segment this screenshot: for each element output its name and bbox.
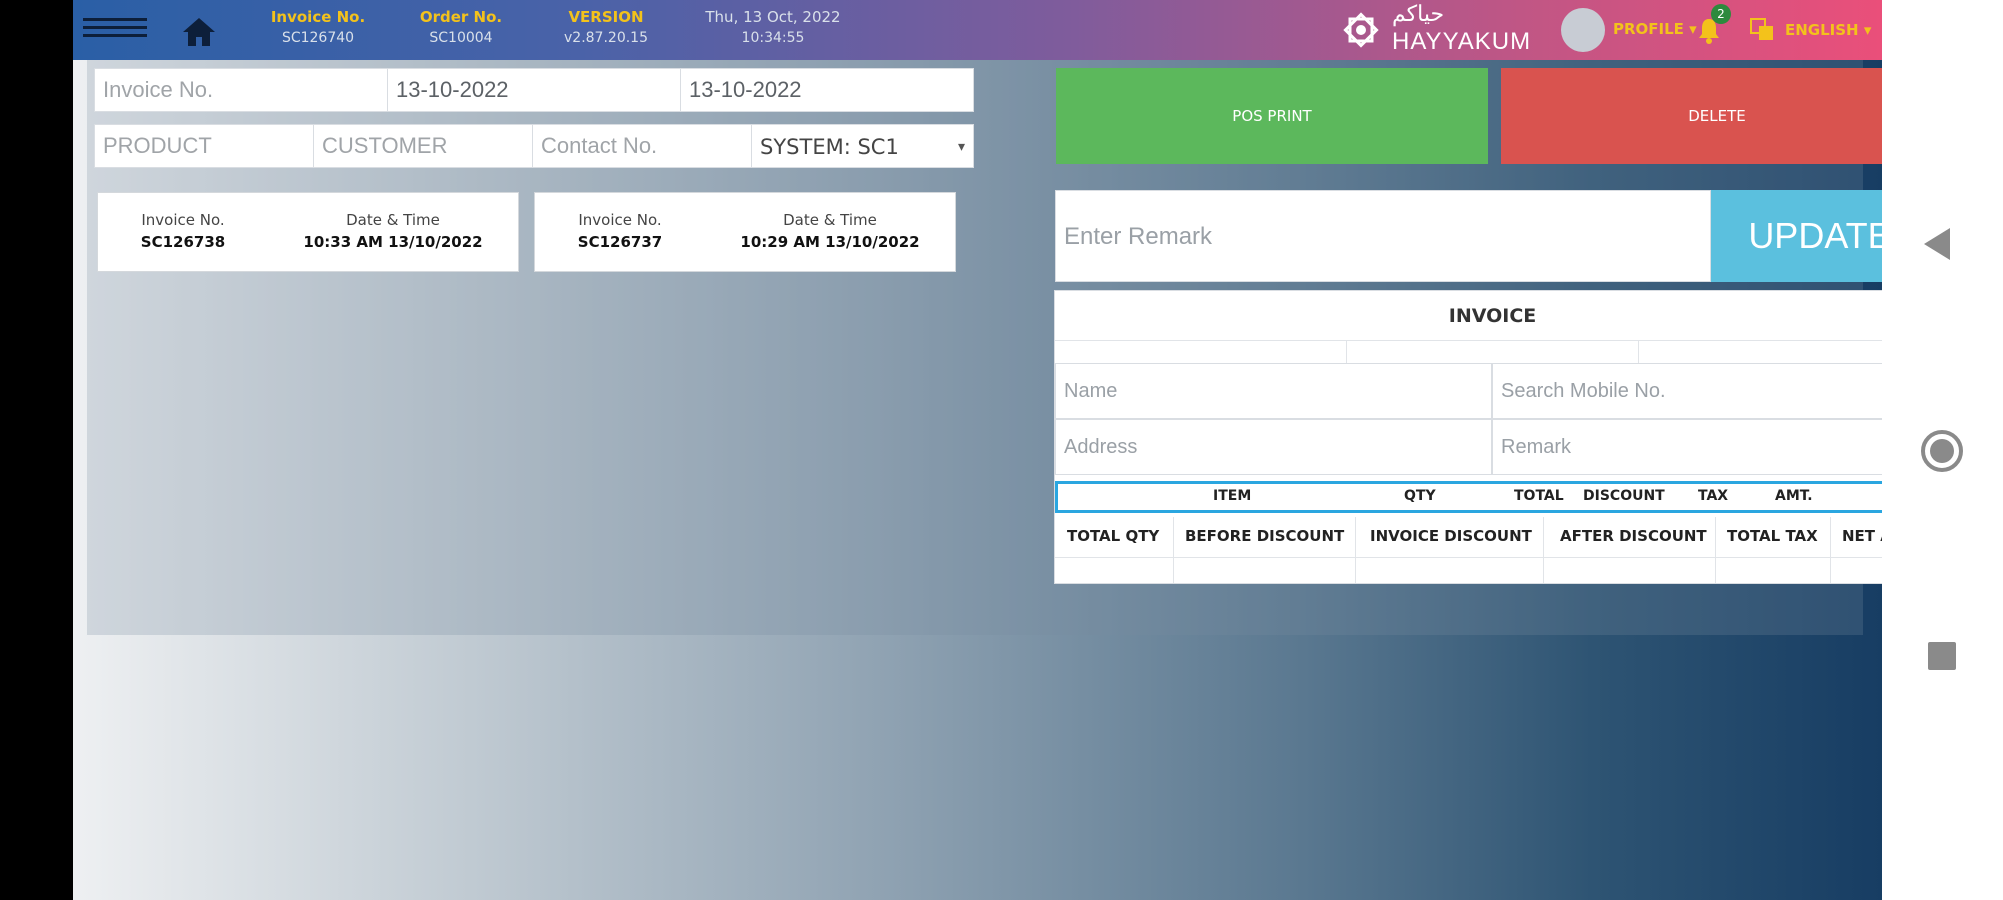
card-datetime-value: 10:33 AM 13/10/2022 — [303, 233, 483, 251]
header-version-value: v2.87.20.15 — [564, 30, 648, 46]
table-divider — [1173, 517, 1174, 583]
recent-apps-icon[interactable] — [1928, 642, 1956, 670]
card-datetime-col: Date & Time 10:33 AM 13/10/2022 — [288, 209, 498, 253]
invoice-no-input[interactable]: Invoice No. — [94, 68, 388, 112]
logo-text: HAYYAKUM — [1392, 28, 1532, 55]
language-dropdown[interactable]: ENGLISH ▾ — [1785, 21, 1871, 39]
col-net-amt: NET AMT. — [1842, 527, 1882, 545]
card-invoice-col: Invoice No. SC126737 — [555, 209, 685, 253]
table-divider — [1715, 517, 1716, 583]
col-before-discount: BEFORE DISCOUNT — [1185, 527, 1345, 545]
pos-print-button[interactable]: POS PRINT — [1056, 68, 1488, 164]
totals-header: TOTAL QTY BEFORE DISCOUNT INVOICE DISCOU… — [1055, 517, 1882, 557]
address-input[interactable]: Address — [1055, 419, 1492, 475]
header-invoice-no-value: SC126740 — [281, 30, 355, 46]
col-total-qty: TOTAL QTY — [1067, 527, 1160, 545]
date-to-input[interactable]: 13-10-2022 — [680, 68, 974, 112]
back-icon[interactable] — [1924, 228, 1950, 260]
header-date: Thu, 13 Oct, 2022 — [705, 8, 841, 26]
home-icon[interactable] — [181, 16, 217, 48]
system-select-value: SYSTEM: SC1 — [760, 135, 899, 159]
menu-icon[interactable] — [83, 18, 147, 42]
name-input[interactable]: Name — [1055, 363, 1492, 419]
col-total: TOTAL — [1514, 488, 1564, 504]
table-divider — [1543, 517, 1544, 583]
header-version-label: VERSION — [568, 8, 644, 26]
left-bezel — [0, 0, 73, 900]
invoice-card[interactable]: Invoice No. SC126738 Date & Time 10:33 A… — [97, 192, 519, 272]
mobile-search-placeholder: Search Mobile No. — [1501, 380, 1666, 402]
delete-button[interactable]: DELETE — [1501, 68, 1882, 164]
col-item: ITEM — [1213, 488, 1252, 504]
table-divider — [1355, 517, 1356, 583]
product-input[interactable]: PRODUCT — [94, 124, 314, 168]
chevron-down-icon: ▾ — [957, 139, 965, 155]
col-after-discount: AFTER DISCOUNT — [1560, 527, 1707, 545]
header-version: VERSION v2.87.20.15 — [531, 6, 681, 48]
contact-no-input[interactable]: Contact No. — [532, 124, 752, 168]
col-amt: AMT. — [1775, 488, 1813, 504]
card-datetime-label: Date & Time — [783, 211, 877, 229]
items-table-header: ITEM QTY TOTAL DISCOUNT TAX AMT. — [1055, 481, 1882, 513]
header-datetime: Thu, 13 Oct, 2022 10:34:55 — [693, 6, 853, 48]
table-divider — [1830, 517, 1831, 583]
header-order-no-value: SC10004 — [429, 30, 493, 46]
avatar[interactable] — [1561, 8, 1605, 52]
card-datetime-label: Date & Time — [346, 211, 440, 229]
card-invoice-label: Invoice No. — [141, 211, 225, 229]
header-order-no: Order No. SC10004 — [386, 6, 536, 48]
notification-badge: 2 — [1711, 4, 1731, 24]
card-invoice-col: Invoice No. SC126738 — [118, 209, 248, 253]
system-select[interactable]: SYSTEM: SC1 ▾ — [751, 124, 974, 168]
logo-arabic-text: حياكم — [1392, 2, 1445, 27]
invoice-card[interactable]: Invoice No. SC126737 Date & Time 10:29 A… — [534, 192, 956, 272]
card-invoice-value: SC126737 — [577, 233, 663, 251]
header-order-no-label: Order No. — [419, 8, 503, 26]
home-circle-icon[interactable] — [1921, 430, 1963, 472]
card-datetime-col: Date & Time 10:29 AM 13/10/2022 — [725, 209, 935, 253]
invoice-sub-cell — [1347, 341, 1639, 363]
card-invoice-value: SC126738 — [140, 233, 226, 251]
mobile-search-select[interactable]: Search Mobile No. ▾ — [1492, 363, 1882, 419]
table-row-divider — [1055, 557, 1882, 558]
remark-input[interactable]: Enter Remark — [1055, 190, 1711, 282]
logo-mark-icon — [1343, 12, 1379, 48]
header-time: 10:34:55 — [741, 30, 805, 46]
top-header: Invoice No. SC126740 Order No. SC10004 V… — [73, 0, 1882, 60]
app-window: Invoice No. SC126740 Order No. SC10004 V… — [73, 0, 1882, 900]
col-total-tax: TOTAL TAX — [1727, 527, 1818, 545]
col-qty: QTY — [1404, 488, 1436, 504]
date-from-input[interactable]: 13-10-2022 — [387, 68, 681, 112]
col-discount: DISCOUNT — [1583, 488, 1665, 504]
header-invoice-no-label: Invoice No. — [270, 8, 366, 26]
card-invoice-label: Invoice No. — [578, 211, 662, 229]
header-invoice-no: Invoice No. SC126740 — [243, 6, 393, 48]
update-button[interactable]: UPDATE — [1711, 190, 1882, 282]
col-invoice-discount: INVOICE DISCOUNT — [1370, 527, 1532, 545]
profile-dropdown[interactable]: PROFILE ▾ — [1613, 20, 1697, 38]
customer-input[interactable]: CUSTOMER — [313, 124, 533, 168]
language-icon[interactable] — [1749, 16, 1775, 42]
invoice-remark-input[interactable]: Remark — [1492, 419, 1882, 475]
invoice-sub-cell — [1639, 341, 1882, 363]
invoice-sub-cell — [1055, 341, 1347, 363]
invoice-title: INVOICE — [1055, 291, 1882, 341]
col-tax: TAX — [1698, 488, 1729, 504]
card-datetime-value: 10:29 AM 13/10/2022 — [740, 233, 920, 251]
invoice-panel: INVOICE Name Search Mobile No. ▾ Address… — [1054, 290, 1882, 584]
